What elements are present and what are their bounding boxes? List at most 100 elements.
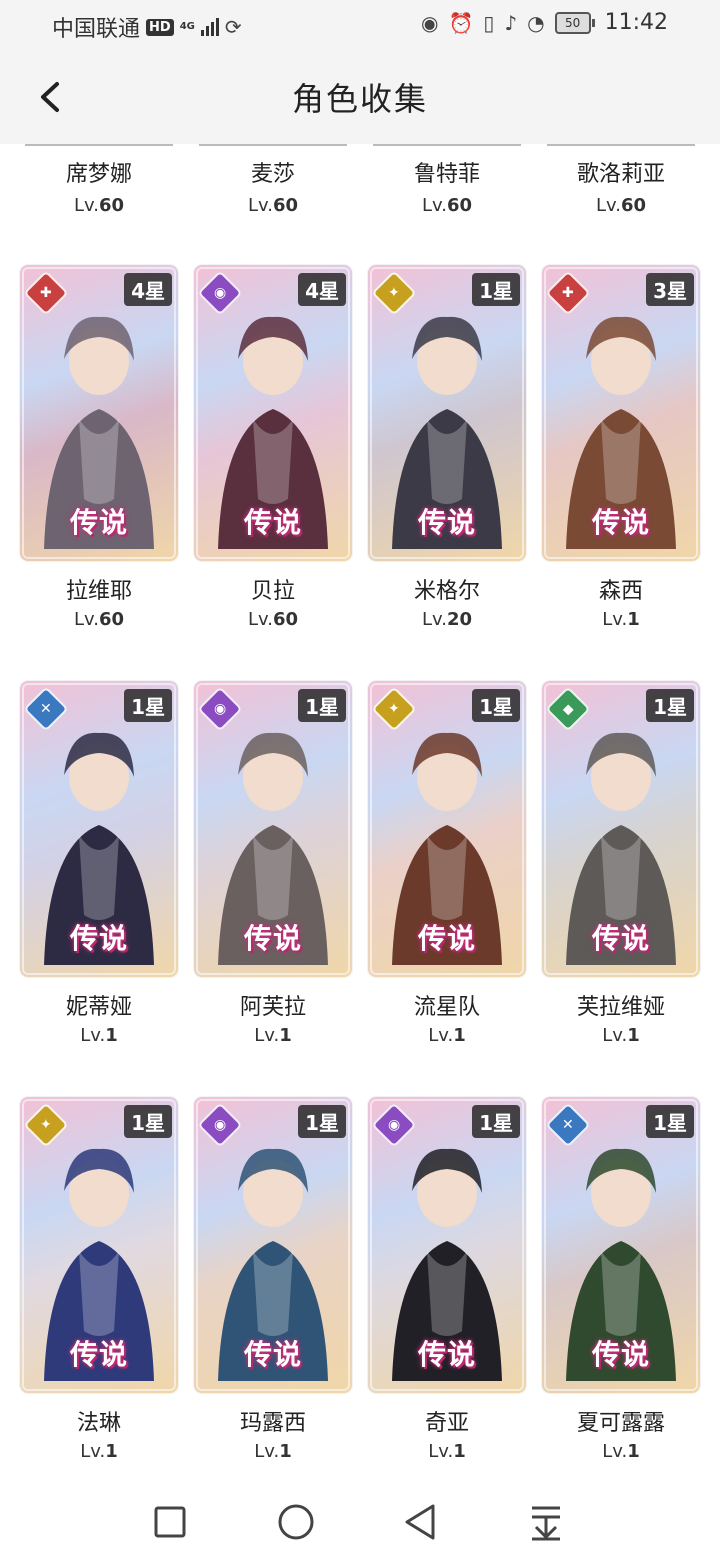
character-portrait[interactable]: ◆ 1星 传说	[542, 681, 700, 977]
recent-apps-button[interactable]	[148, 1500, 192, 1544]
system-nav-bar	[0, 1480, 720, 1560]
character-card[interactable]: ✦ 1星 传说 法琳 Lv.1	[20, 1097, 178, 1462]
star-badge: 1星	[298, 1105, 346, 1138]
character-name: 法琳	[76, 1411, 121, 1436]
character-card[interactable]: ✦ 1星 传说 流星队 Lv.1	[368, 681, 526, 1046]
rarity-label: 传说	[591, 1338, 650, 1371]
rarity-label: 传说	[591, 506, 650, 539]
character-portrait[interactable]: ✚ 4星 传说	[20, 265, 178, 561]
character-level: Lv.1	[602, 1025, 640, 1046]
character-card[interactable]: ✕ 1星 传说 夏可露露 Lv.1	[542, 1097, 700, 1462]
app-header: 角色收集	[0, 50, 720, 144]
rarity-label: 传说	[417, 506, 476, 539]
star-badge: 4星	[124, 273, 172, 306]
character-level: Lv.60	[73, 195, 125, 216]
rarity-label: 传说	[69, 1338, 128, 1371]
status-bar: 中国联通 HD 4G ⟳ ◉ ⏰ ▯ ♪ ◔ 50 11:42	[0, 0, 720, 50]
character-portrait[interactable]: ✦ 1星 传说	[368, 681, 526, 977]
character-portrait[interactable]: ◉ 1星 传说	[194, 1097, 352, 1393]
star-badge: 1星	[298, 689, 346, 722]
star-badge: 1星	[472, 1105, 520, 1138]
signal-icon	[200, 18, 219, 36]
carrier-name: 中国联通	[52, 17, 141, 42]
character-name: 贝拉	[250, 579, 295, 604]
character-portrait[interactable]: ✦ 1星 传说	[20, 1097, 178, 1393]
star-badge: 1星	[646, 689, 694, 722]
character-level: Lv.60	[247, 195, 299, 216]
rarity-label: 传说	[243, 1338, 302, 1371]
character-portrait[interactable]: ◉ 1星 传说	[368, 1097, 526, 1393]
rarity-label: 传说	[69, 922, 128, 955]
star-badge: 3星	[646, 273, 694, 306]
character-name: 森西	[598, 579, 643, 604]
character-name: 拉维耶	[65, 579, 132, 604]
character-level: Lv.60	[73, 609, 125, 630]
character-card[interactable]: ◆ 1星 传说芙拉维娅 Lv.1	[542, 681, 700, 1046]
character-portrait[interactable]: ✕ 1星 传说	[542, 1097, 700, 1393]
rarity-label: 传说	[243, 506, 302, 539]
character-portrait[interactable]: ◉ 1星 传说	[194, 681, 352, 977]
character-portrait[interactable]: ◉ 4星 传说	[194, 265, 352, 561]
star-badge: 1星	[124, 689, 172, 722]
character-level: Lv.1	[254, 1441, 292, 1462]
star-badge: 1星	[472, 273, 520, 306]
notification-pull-button[interactable]	[524, 1500, 568, 1544]
star-badge: 1星	[646, 1105, 694, 1138]
star-badge: 4星	[298, 273, 346, 306]
hotspot-icon: ⟳	[224, 15, 242, 39]
hd-badge: HD	[146, 18, 174, 36]
eye-icon: ◉	[421, 10, 439, 35]
circle-icon	[278, 1504, 314, 1540]
home-button[interactable]	[274, 1500, 318, 1544]
clock: 11:42	[604, 10, 668, 35]
character-card[interactable]: ✚ 3星 传说 森西 Lv.1	[542, 265, 700, 630]
star-badge: 1星	[124, 1105, 172, 1138]
character-level: Lv.60	[595, 195, 647, 216]
mute-icon: ♪	[504, 10, 518, 35]
character-card[interactable]: ✦ 1星 传说 米格尔 Lv.20	[368, 265, 526, 630]
character-level: Lv.20	[421, 609, 473, 630]
character-name: 席梦娜	[65, 162, 132, 187]
rarity-label: 传说	[417, 922, 476, 955]
triangle-back-icon	[405, 1504, 435, 1540]
alarm-icon: ⏰	[448, 10, 474, 35]
character-portrait[interactable]: ✦ 1星 传说	[368, 265, 526, 561]
character-name: 妮蒂娅	[65, 995, 132, 1020]
character-portrait[interactable]: ✕ 1星 传说	[20, 681, 178, 977]
vibrate-icon: ▯	[483, 10, 495, 35]
character-level: Lv.1	[80, 1441, 118, 1462]
page-title: 角色收集	[291, 80, 428, 118]
character-level: Lv.1	[428, 1025, 466, 1046]
rarity-label: 传说	[243, 922, 302, 955]
character-name: 芙拉维娅	[576, 995, 665, 1020]
character-name: 奇亚	[424, 1411, 469, 1436]
character-level: Lv.60	[421, 195, 473, 216]
character-portrait[interactable]: ✚ 3星 传说	[542, 265, 700, 561]
character-level: Lv.60	[247, 609, 299, 630]
status-right: ◉ ⏰ ▯ ♪ ◔ 50 11:42	[421, 10, 668, 35]
character-level: Lv.1	[254, 1025, 292, 1046]
character-level: Lv.1	[428, 1441, 466, 1462]
battery-level: 50	[554, 11, 591, 34]
star-badge: 1星	[472, 689, 520, 722]
rarity-label: 传说	[417, 1338, 476, 1371]
network-type: 4G	[179, 21, 195, 32]
pull-down-icon	[532, 1506, 560, 1541]
carrier-group: 中国联通 HD 4G ⟳	[52, 11, 242, 43]
character-name: 鲁特菲	[413, 162, 480, 187]
character-name: 玛露西	[239, 1411, 306, 1436]
character-card[interactable]: ◉ 4星 传说 贝拉 Lv.60	[194, 265, 352, 630]
character-name: 阿芙拉	[239, 995, 306, 1020]
character-card[interactable]: ◉ 1星 传说 奇亚 Lv.1	[368, 1097, 526, 1462]
character-level: Lv.1	[602, 609, 640, 630]
character-name: 歌洛莉亚	[576, 162, 665, 187]
system-back-button[interactable]	[398, 1500, 442, 1544]
character-card[interactable]: ✚ 4星 传说拉维耶 Lv.60	[20, 265, 178, 630]
character-name: 麦莎	[250, 162, 295, 187]
character-card[interactable]: ✕ 1星 传说 妮蒂娅 Lv.1	[20, 681, 178, 1046]
character-grid[interactable]: 席梦娜 麦莎 鲁特菲 歌洛莉亚 Lv.60 Lv.60 Lv.60 Lv.60 …	[0, 144, 720, 1480]
character-card[interactable]: ◉ 1星 传说 阿芙拉 Lv.1	[194, 681, 352, 1046]
character-name: 流星队	[413, 995, 480, 1020]
character-level: Lv.1	[80, 1025, 118, 1046]
character-card[interactable]: ◉ 1星 传说 玛露西 Lv.1	[194, 1097, 352, 1462]
